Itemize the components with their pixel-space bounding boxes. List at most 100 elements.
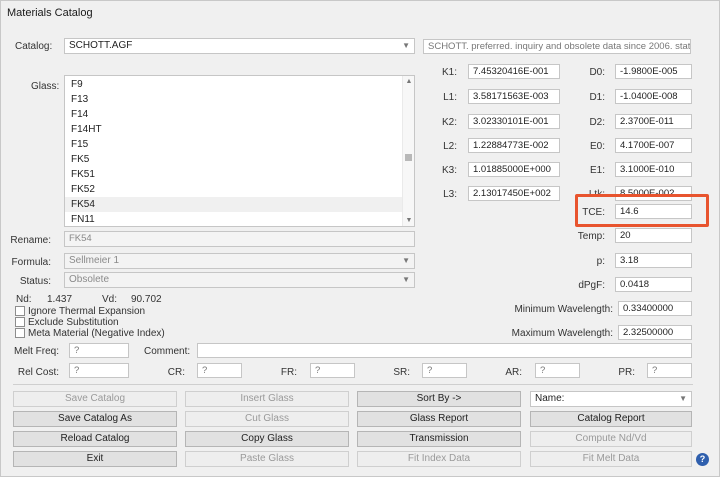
min-wavelength-field[interactable]: 0.33400000 [618, 301, 692, 316]
ar-label: AR: [505, 367, 522, 378]
l3-field[interactable]: 2.13017450E+002 [468, 186, 560, 201]
d1-field[interactable]: -1.0400E-008 [615, 89, 692, 104]
sr-field[interactable]: ? [422, 363, 467, 378]
d0-label: D0: [589, 67, 605, 78]
e0-label: E0: [589, 141, 605, 152]
glass-list-item[interactable]: F14 [65, 107, 414, 122]
exit-button[interactable]: Exit [13, 451, 177, 467]
glass-list-item[interactable]: F9 [65, 77, 414, 92]
sr-label: SR: [393, 367, 410, 378]
rel-cost-field[interactable]: ? [69, 363, 129, 378]
glass-list-item[interactable]: FK5 [65, 152, 414, 167]
glass-list-scrollbar[interactable]: ▲ ▼ [402, 76, 414, 226]
rename-field[interactable]: FK54 [64, 231, 415, 247]
glass-list-item-selected[interactable]: FK54 [65, 197, 414, 212]
chevron-down-icon: ▼ [402, 275, 410, 284]
ar-field[interactable]: ? [535, 363, 580, 378]
glass-list-item[interactable]: FN11 [65, 212, 414, 226]
comment-field[interactable] [197, 343, 692, 358]
rename-label: Rename: [10, 235, 51, 246]
max-wavelength-field[interactable]: 2.32500000 [618, 325, 692, 340]
meta-material-checkbox[interactable] [15, 328, 25, 338]
catalog-select-value: SCHOTT.AGF [69, 40, 133, 51]
formula-select[interactable]: Sellmeier 1 ▼ [64, 253, 415, 269]
chevron-down-icon: ▼ [402, 41, 410, 50]
chevron-down-icon[interactable]: ▼ [403, 215, 414, 226]
catalog-description: SCHOTT. preferred. inquiry and obsolete … [423, 39, 691, 54]
vd-value: 90.702 [131, 294, 162, 305]
l1-field[interactable]: 3.58171563E-003 [468, 89, 560, 104]
glass-report-button[interactable]: Glass Report [357, 411, 521, 427]
save-catalog-as-button[interactable]: Save Catalog As [13, 411, 177, 427]
p-field[interactable]: 3.18 [615, 253, 692, 268]
k2-field[interactable]: 3.02330101E-001 [468, 114, 560, 129]
min-wavelength-label: Minimum Wavelength: [514, 304, 613, 315]
ignore-thermal-checkbox[interactable] [15, 306, 25, 316]
dpgf-field[interactable]: 0.0418 [615, 277, 692, 292]
d0-field[interactable]: -1.9800E-005 [615, 64, 692, 79]
glass-list-item[interactable]: F13 [65, 92, 414, 107]
cr-field[interactable]: ? [197, 363, 242, 378]
fr-field[interactable]: ? [310, 363, 355, 378]
pr-field[interactable]: ? [647, 363, 692, 378]
transmission-button[interactable]: Transmission [357, 431, 521, 447]
exclude-substitution-checkbox[interactable] [15, 317, 25, 327]
max-wavelength-label: Maximum Wavelength: [511, 328, 613, 339]
cut-glass-button[interactable]: Cut Glass [185, 411, 349, 427]
catalog-select[interactable]: SCHOTT.AGF ▼ [64, 38, 415, 54]
tce-field[interactable]: 14.6 [615, 204, 692, 219]
catalog-report-button[interactable]: Catalog Report [530, 411, 692, 427]
fit-melt-data-button[interactable]: Fit Melt Data [530, 451, 692, 467]
window-title: Materials Catalog [7, 7, 93, 19]
insert-glass-button[interactable]: Insert Glass [185, 391, 349, 407]
rel-cost-label: Rel Cost: [17, 367, 59, 378]
nd-label: Nd: [16, 294, 32, 305]
scrollbar-thumb[interactable] [405, 154, 412, 161]
e0-field[interactable]: 4.1700E-007 [615, 138, 692, 153]
sort-by-button[interactable]: Sort By -> [357, 391, 521, 407]
formula-select-value: Sellmeier 1 [69, 255, 120, 266]
glass-label: Glass: [31, 81, 60, 92]
status-select[interactable]: Obsolete ▼ [64, 272, 415, 288]
sort-name-select[interactable]: Name: ▼ [530, 391, 692, 407]
k1-field[interactable]: 7.45320416E-001 [468, 64, 560, 79]
l1-label: L1: [443, 92, 457, 103]
catalog-label: Catalog: [15, 41, 53, 52]
e1-label: E1: [589, 165, 605, 176]
d1-label: D1: [589, 92, 605, 103]
comment-label: Comment: [144, 346, 191, 357]
l2-label: L2: [443, 141, 457, 152]
vd-label: Vd: [102, 294, 118, 305]
glass-list-item[interactable]: F14HT [65, 122, 414, 137]
chevron-up-icon[interactable]: ▲ [403, 76, 414, 87]
exclude-substitution-label: Exclude Substitution [28, 317, 119, 328]
tce-label: TCE: [582, 207, 605, 218]
melt-freq-field[interactable]: ? [69, 343, 129, 358]
fit-index-data-button[interactable]: Fit Index Data [357, 451, 521, 467]
help-icon[interactable]: ? [696, 453, 709, 466]
pr-label: PR: [618, 367, 635, 378]
k3-field[interactable]: 1.01885000E+000 [468, 162, 560, 177]
d2-field[interactable]: 2.3700E-011 [615, 114, 692, 129]
save-catalog-button[interactable]: Save Catalog [13, 391, 177, 407]
melt-freq-label: Melt Freq: [13, 346, 59, 357]
fr-label: FR: [280, 367, 297, 378]
l2-field[interactable]: 1.22884773E-002 [468, 138, 560, 153]
nd-value: 1.437 [47, 294, 73, 305]
copy-glass-button[interactable]: Copy Glass [185, 431, 349, 447]
e1-field[interactable]: 3.1000E-010 [615, 162, 692, 177]
sort-name-value: Name: [535, 393, 565, 404]
paste-glass-button[interactable]: Paste Glass [185, 451, 349, 467]
cr-label: CR: [167, 367, 185, 378]
materials-catalog-window: Materials Catalog Catalog: SCHOTT.AGF ▼ … [0, 0, 720, 477]
glass-list-item[interactable]: FK52 [65, 182, 414, 197]
reload-catalog-button[interactable]: Reload Catalog [13, 431, 177, 447]
meta-material-label: Meta Material (Negative Index) [28, 328, 165, 339]
glass-list-item[interactable]: F15 [65, 137, 414, 152]
status-label: Status: [19, 276, 51, 287]
glass-list-item[interactable]: FK51 [65, 167, 414, 182]
compute-nd-vd-button[interactable]: Compute Nd/Vd [530, 431, 692, 447]
glass-list[interactable]: F9 F13 F14 F14HT F15 FK5 FK51 FK52 FK54 … [64, 75, 415, 227]
temp-field[interactable]: 20 [615, 228, 692, 243]
k2-label: K2: [441, 117, 457, 128]
